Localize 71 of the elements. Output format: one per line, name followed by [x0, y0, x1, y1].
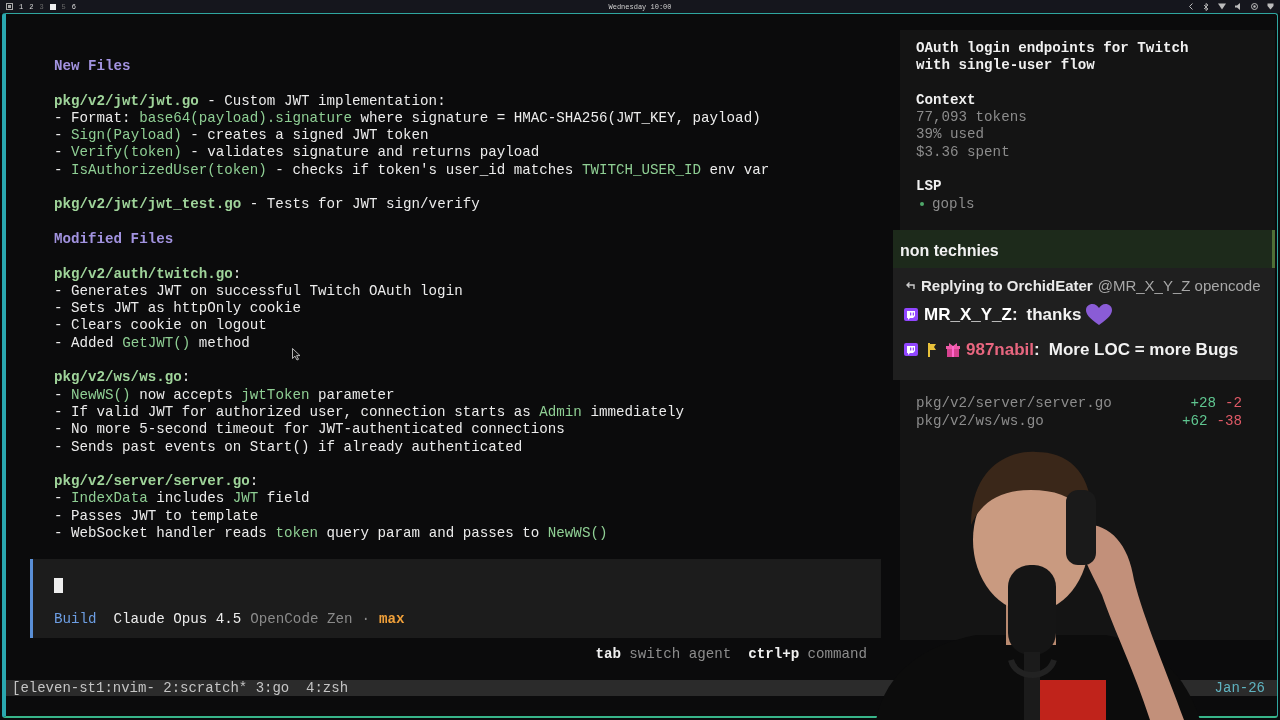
context-stat: 77,093 tokens: [916, 109, 1028, 127]
summary-line: - No more 5-second timeout for JWT-authenticated connections: [54, 421, 566, 439]
mouse-pointer-icon: [292, 348, 301, 361]
heart-emote-icon: [1086, 304, 1113, 326]
status-icon: [1251, 3, 1258, 10]
shield-icon: [1267, 3, 1274, 10]
chat-message: thanks: [1026, 305, 1082, 325]
section-heading: Modified Files: [54, 230, 175, 249]
separator-dot: ·: [361, 610, 370, 628]
summary-line: - IndexData includes JWT field: [54, 490, 311, 508]
summary-line: pkg/v2/ws/ws.go:: [54, 369, 192, 387]
chevron-icon: [1188, 3, 1194, 10]
shortcut-action: switch agent: [629, 645, 732, 664]
summary-line: - Sends past events on Start() if already authenticated: [54, 438, 524, 456]
context-stat: 39% used: [916, 126, 986, 144]
summary-line: - Added GetJWT() method: [54, 334, 251, 353]
summary-line: pkg/v2/auth/twitch.go:: [54, 265, 243, 283]
shortcut-action: command: [807, 645, 867, 664]
model-name: Claude Opus 4.5: [113, 610, 242, 628]
shortcut-key: tab: [595, 645, 622, 664]
reply-icon: [904, 279, 916, 292]
shortcut-key: ctrl+p: [748, 645, 800, 664]
chat-message: non technies: [900, 242, 999, 259]
file-path: pkg/v2/ws/ws.go: [916, 412, 1044, 430]
layout-icon: [6, 3, 13, 10]
chat-colon: :: [1034, 340, 1040, 360]
summary-line: - Sign(Payload) - creates a signed JWT token: [54, 127, 430, 145]
agent-label: Build: [54, 610, 97, 628]
chat-message: More LOC = more Bugs: [1048, 340, 1239, 360]
chat-badge-icon: [903, 342, 919, 358]
added-count: +62: [1181, 412, 1208, 430]
chat-colon: :: [1011, 305, 1018, 325]
tmux-windows: [eleven-st1:nvim- 2:scratch* 3:go 4:zsh: [12, 680, 349, 696]
chat-badge-icon: [903, 307, 919, 323]
prompt-input[interactable]: Build Claude Opus 4.5 OpenCode Zen · max: [30, 559, 881, 638]
volume-icon: [1235, 3, 1242, 10]
section-heading: LSP: [916, 178, 943, 196]
file-path: pkg/v2/server/server.go: [916, 395, 1112, 413]
summary-line: - IsAuthorizedUser(token) - checks if token's user_id matches TWITCH_USER_ID env var: [54, 161, 771, 180]
gift-badge-icon: [945, 342, 961, 358]
status-date: Jan-26: [1214, 680, 1265, 696]
text-cursor: [54, 578, 63, 594]
removed-count: -38: [1216, 412, 1242, 430]
wifi-icon: [1218, 3, 1226, 10]
bluetooth-icon: [1203, 2, 1209, 11]
summary-line: - Format: base64(payload).signature where signature = HMAC-SHA256(JWT_KEY, payload): [54, 109, 762, 128]
workspace-indicator[interactable]: [49, 3, 56, 10]
removed-count: -2: [1224, 395, 1242, 413]
context-stat: $3.36 spent: [916, 143, 1011, 162]
summary-line: - Passes JWT to template: [54, 507, 260, 525]
summary-line: - If valid JWT for authorized user, connection starts as Admin immediately: [54, 403, 686, 422]
chat-username: 987nabil: [966, 340, 1035, 360]
variant-label: max: [379, 610, 405, 628]
summary-line: - Generates JWT on successful Twitch OAuth login: [54, 282, 464, 301]
chat-username: MR_X_Y_Z: [924, 305, 1012, 325]
summary-line: - Verify(token) - validates signature and returns payload: [54, 144, 541, 162]
summary-line: - Sets JWT as httpOnly cookie: [54, 300, 302, 318]
summary-line: - Clears cookie on logout: [54, 317, 268, 335]
session-title: OAuth login endpoints for Twitch with single-user flow: [916, 40, 1190, 75]
section-heading: Context: [916, 91, 977, 110]
section-heading: New Files: [54, 58, 132, 76]
summary-line: pkg/v2/jwt/jwt.go - Custom JWT implementation:: [54, 92, 447, 110]
summary-line: - WebSocket handler reads token query param and passes to NewWS(): [54, 525, 609, 543]
summary-line: pkg/v2/jwt/jwt_test.go - Tests for JWT sign/verify: [54, 196, 481, 214]
reply-target: Replying to OrchidEater: [921, 277, 1093, 294]
lsp-server: gopls: [932, 195, 975, 213]
summary-line: - NewWS() now accepts jwtToken parameter: [54, 386, 396, 404]
reply-mention: @MR_X_Y_Z opencode: [1097, 277, 1261, 294]
added-count: +28: [1190, 395, 1216, 413]
provider-name: OpenCode Zen: [250, 610, 353, 628]
summary-line: pkg/v2/server/server.go:: [54, 473, 260, 491]
